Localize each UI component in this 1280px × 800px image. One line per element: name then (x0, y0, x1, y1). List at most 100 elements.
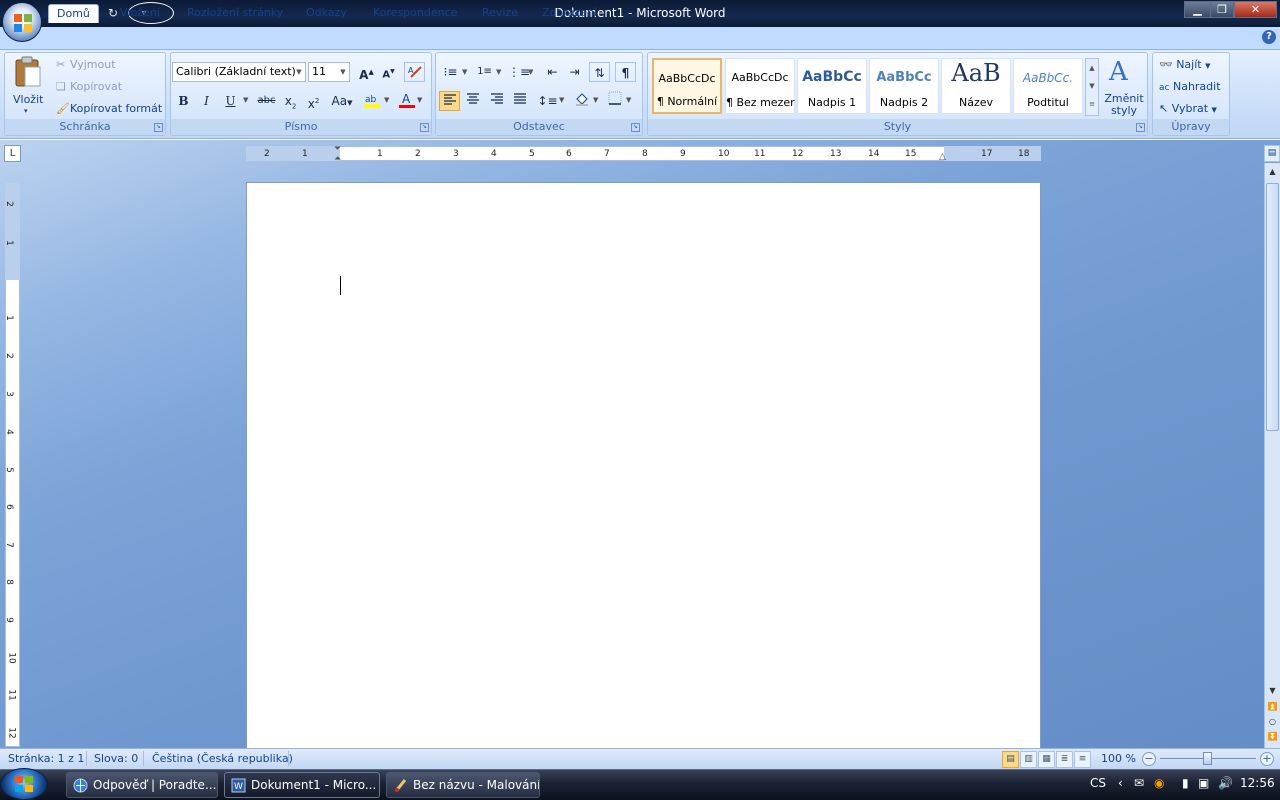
font-launcher-icon[interactable]: ↘ (420, 123, 429, 132)
tab-page-layout[interactable]: Rozložení stránky (179, 4, 291, 23)
tab-selector-icon[interactable]: L (4, 145, 21, 162)
network-icon[interactable]: ▣ (1198, 776, 1209, 790)
numbering-icon[interactable]: 1≡ (474, 62, 495, 82)
next-page-icon[interactable]: ⏬ (1266, 730, 1279, 744)
sort-icon[interactable]: ⇅ (589, 62, 610, 82)
taskbar-item-word[interactable]: W Dokument1 - Micro... (224, 772, 380, 798)
subscript-icon[interactable]: x2 (280, 91, 301, 111)
restore-button[interactable]: ❐ (1210, 1, 1234, 18)
full-screen-reading-icon[interactable]: ▥ (1020, 751, 1037, 768)
styles-launcher-icon[interactable]: ↘ (1136, 123, 1145, 132)
align-right-icon[interactable] (486, 91, 507, 111)
change-case-button[interactable]: Aa▼ (328, 91, 356, 111)
line-spacing-dropdown-icon[interactable]: ▼ (559, 96, 564, 104)
tab-references[interactable]: Odkazy (298, 4, 355, 23)
right-indent-marker[interactable]: △ (939, 152, 946, 162)
tab-home[interactable]: Domů (48, 4, 99, 23)
taskbar-item-paint[interactable]: Bez názvu - Malování (386, 772, 540, 798)
underline-dropdown-icon[interactable]: ▼ (243, 96, 248, 104)
first-line-indent-marker[interactable]: ⏷ (334, 144, 341, 154)
minimize-button[interactable]: ▁ (1184, 1, 1211, 18)
style-heading-1[interactable]: AaBbCc Nadpis 1 (797, 58, 867, 114)
office-button[interactable] (2, 2, 42, 42)
align-left-icon[interactable] (439, 91, 460, 111)
select-button[interactable]: ↖ Vybrat ▼ (1159, 102, 1217, 115)
style-title[interactable]: AaB Název (941, 58, 1011, 114)
format-painter-button[interactable]: 🖌Kopírovat formát (56, 102, 162, 115)
shading-dropdown-icon[interactable]: ▼ (593, 96, 598, 104)
shading-icon[interactable] (571, 91, 592, 111)
zoom-in-icon[interactable]: + (1260, 752, 1274, 766)
tab-review[interactable]: Revize (474, 4, 526, 23)
scroll-up-icon[interactable]: ▲ (1266, 165, 1279, 179)
decrease-indent-icon[interactable]: ⇤ (542, 62, 563, 82)
style-no-spacing[interactable]: AaBbCcDc ¶ Bez mezer (725, 58, 795, 114)
font-color-icon[interactable]: A (396, 91, 417, 111)
highlight-dropdown-icon[interactable]: ▼ (384, 96, 389, 104)
select-browse-object-icon[interactable]: ○ (1266, 715, 1279, 729)
numbering-dropdown-icon[interactable]: ▼ (496, 68, 501, 76)
change-styles-button[interactable]: A Změnit styly (1103, 57, 1145, 119)
bold-icon[interactable]: B (173, 91, 194, 111)
bullets-icon[interactable]: ⁝≡ (440, 62, 461, 82)
copy-button[interactable]: ❏ Kopírovat (56, 80, 122, 93)
replace-button[interactable]: ac Nahradit (1159, 80, 1221, 93)
style-normal[interactable]: AaBbCcDc ¶ Normální (652, 58, 722, 114)
keyboard-language[interactable]: CS (1090, 776, 1106, 790)
help-icon[interactable]: ? (1262, 30, 1276, 44)
font-size-select[interactable]: 11 ▼ (308, 62, 350, 82)
font-family-select[interactable]: Calibri (Základní text) ▼ (172, 62, 306, 82)
zoom-slider-thumb[interactable] (1203, 752, 1212, 765)
font-color-dropdown-icon[interactable]: ▼ (417, 96, 422, 104)
shrink-font-icon[interactable]: A▼ (378, 62, 399, 82)
paste-button[interactable]: Vložit ▾ (10, 56, 46, 116)
tab-mailings[interactable]: Korespondence (365, 4, 465, 23)
draft-view-icon[interactable]: ≡ (1074, 751, 1091, 768)
update-icon[interactable]: ◉ (1154, 776, 1164, 790)
close-button[interactable]: ✕ (1234, 1, 1277, 18)
safely-remove-icon[interactable]: ▮ (1182, 776, 1189, 790)
page-count[interactable]: Stránka: 1 z 1 (8, 752, 84, 765)
paragraph-launcher-icon[interactable]: ↘ (631, 123, 640, 132)
grow-font-icon[interactable]: A▲ (356, 62, 377, 82)
volume-icon[interactable]: 🔊 (1218, 776, 1233, 790)
tray-expand-icon[interactable]: ‹ (1118, 776, 1123, 790)
language-indicator[interactable]: Čeština (Česká republika) (152, 752, 293, 765)
clipboard-launcher-icon[interactable]: ↘ (154, 123, 163, 132)
find-button[interactable]: 👓 Najít ▼ (1159, 58, 1211, 71)
print-layout-icon[interactable]: ▤ (1002, 751, 1019, 768)
style-heading-2[interactable]: AaBbCc Nadpis 2 (869, 58, 939, 114)
bullets-dropdown-icon[interactable]: ▼ (462, 68, 467, 76)
clock[interactable]: 12:56 (1240, 776, 1275, 790)
multilevel-list-icon[interactable]: ⋮≡ (508, 62, 530, 82)
view-ruler-icon[interactable]: ▤ (1264, 145, 1280, 162)
italic-icon[interactable]: I (196, 91, 217, 111)
styles-gallery-scroll[interactable]: ▲ ▼ ≡ (1085, 58, 1099, 116)
zoom-out-icon[interactable]: − (1142, 752, 1156, 766)
highlight-icon[interactable]: ab (362, 91, 382, 111)
zoom-level[interactable]: 100 % (1101, 752, 1136, 765)
cut-button[interactable]: ✂ Vyjmout (56, 58, 116, 71)
previous-page-icon[interactable]: ⏫ (1266, 700, 1279, 714)
underline-icon[interactable]: U (220, 91, 241, 111)
document-page[interactable] (246, 182, 1041, 752)
word-count[interactable]: Slova: 0 (94, 752, 138, 765)
superscript-icon[interactable]: x2 (303, 91, 324, 111)
scrollbar-thumb[interactable] (1266, 183, 1279, 431)
web-layout-icon[interactable]: ▦ (1038, 751, 1055, 768)
scroll-down-icon[interactable]: ▼ (1266, 684, 1279, 698)
justify-icon[interactable] (509, 91, 530, 111)
align-center-icon[interactable] (462, 91, 483, 111)
line-spacing-icon[interactable]: ↕≡ (537, 91, 558, 111)
style-subtitle[interactable]: AaBbCc. Podtitul (1013, 58, 1083, 114)
left-indent-marker[interactable]: ⏶ (334, 154, 341, 164)
pilcrow-icon[interactable]: ¶ (615, 62, 636, 82)
tab-view[interactable]: Zobrazení (534, 4, 605, 23)
mail-icon[interactable]: ✉ (1134, 776, 1144, 790)
borders-dropdown-icon[interactable]: ▼ (626, 96, 631, 104)
borders-icon[interactable] (604, 91, 625, 111)
multilevel-dropdown-icon[interactable]: ▼ (528, 68, 533, 76)
tab-insert[interactable]: Vložení (112, 4, 168, 23)
taskbar-item-browser[interactable]: Odpověď | Poradte.... (66, 772, 218, 798)
outline-view-icon[interactable]: ≣ (1056, 751, 1073, 768)
